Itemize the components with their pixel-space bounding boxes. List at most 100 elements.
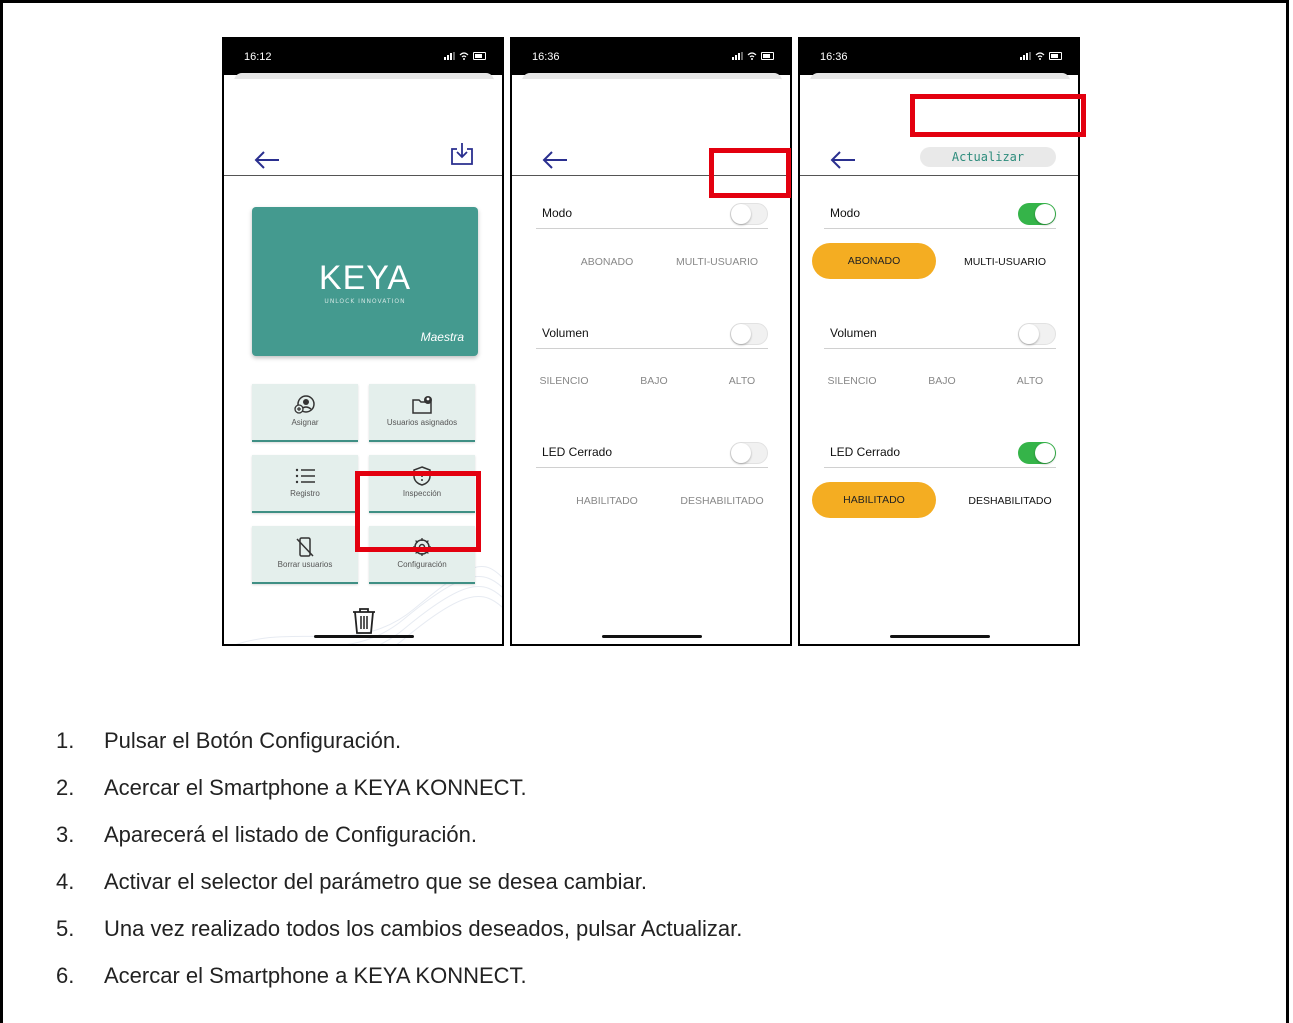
divider (824, 228, 1056, 229)
step-number: 2. (56, 775, 75, 800)
keya-master-card: KEYA UNLOCK INNOVATION Maestra (252, 207, 478, 356)
volumen-label: Volumen (542, 326, 589, 340)
divider (536, 348, 768, 349)
option-bajo[interactable]: BAJO (902, 375, 982, 387)
wifi-icon (1035, 52, 1045, 60)
step-number: 6. (56, 963, 75, 988)
option-silencio[interactable]: SILENCIO (812, 375, 892, 387)
highlight-modo-toggle (709, 148, 791, 198)
download-icon[interactable] (449, 141, 475, 167)
tile-usuarios-asignados[interactable]: Usuarios asignados (369, 384, 475, 442)
led-cerrado-toggle[interactable] (730, 442, 768, 464)
status-icons (1020, 52, 1062, 60)
status-icons (444, 52, 486, 60)
option-deshabilitado[interactable]: DESHABILITADO (950, 495, 1070, 507)
option-deshabilitado[interactable]: DESHABILITADO (662, 495, 782, 507)
actualizar-button[interactable]: Actualizar (920, 147, 1056, 167)
signal-icon (444, 52, 455, 60)
phone-off-icon (296, 537, 314, 557)
folder-user-icon (412, 396, 432, 414)
step-number: 5. (56, 916, 75, 941)
volumen-toggle[interactable] (730, 323, 768, 345)
phone-screenshot-main-menu: 16:12 KEYA UNLOCK INNOVATION Maestra Asi… (222, 37, 504, 646)
step-text: Aparecerá el listado de Configuración. (104, 822, 478, 847)
volumen-toggle[interactable] (1018, 323, 1056, 345)
option-bajo[interactable]: BAJO (614, 375, 694, 387)
header-divider (224, 175, 502, 176)
option-abonado[interactable]: ABONADO (552, 256, 662, 268)
trash-icon[interactable] (351, 607, 377, 635)
signal-icon (732, 52, 743, 60)
home-indicator (314, 635, 414, 638)
signal-icon (1020, 52, 1031, 60)
battery-icon (1049, 52, 1062, 60)
status-time: 16:36 (820, 51, 848, 63)
tile-label: Borrar usuarios (277, 560, 333, 569)
header-divider (800, 175, 1078, 176)
step-text: Acercar el Smartphone a KEYA KONNECT. (104, 775, 527, 800)
tile-label: Asignar (291, 418, 319, 427)
back-arrow-icon[interactable] (828, 149, 858, 171)
modo-label: Modo (830, 206, 861, 220)
led-cerrado-toggle[interactable] (1018, 442, 1056, 464)
home-indicator (602, 635, 702, 638)
option-habilitado-selected[interactable]: HABILITADO (812, 482, 936, 518)
tile-label: Configuración (397, 560, 447, 569)
option-alto[interactable]: ALTO (702, 375, 782, 387)
step-item: 1. Pulsar el Botón Configuración. (56, 728, 742, 775)
tile-asignar[interactable]: Asignar (252, 384, 358, 442)
option-alto[interactable]: ALTO (990, 375, 1070, 387)
back-arrow-icon[interactable] (252, 149, 282, 171)
step-text: Activar el selector del parámetro que se… (104, 869, 647, 894)
step-item: 5. Una vez realizado todos los cambios de… (56, 916, 742, 963)
battery-icon (761, 52, 774, 60)
status-icons (732, 52, 774, 60)
highlight-actualizar (910, 94, 1086, 137)
app-body: Actualizar Modo ABONADO MULTI-USUARIO Vo… (800, 79, 1078, 644)
step-item: 4. Activar el selector del parámetro que … (56, 869, 742, 916)
list-icon (295, 468, 315, 484)
user-add-icon (294, 395, 315, 414)
wifi-icon (747, 52, 757, 60)
phone-screenshot-config-off: 16:36 Modo ABONADO MULTI-USUARIO Volumen… (510, 37, 792, 646)
wifi-icon (459, 52, 469, 60)
battery-icon (473, 52, 486, 60)
step-text: Una vez realizado todos los cambios dese… (104, 916, 743, 941)
option-multi-usuario[interactable]: MULTI-USUARIO (950, 256, 1060, 268)
status-time: 16:36 (532, 51, 560, 63)
volumen-label: Volumen (830, 326, 877, 340)
modo-label: Modo (542, 206, 573, 220)
step-text: Acercar el Smartphone a KEYA KONNECT. (104, 963, 527, 988)
led-cerrado-label: LED Cerrado (542, 445, 613, 459)
tile-registro[interactable]: Registro (252, 455, 358, 513)
step-item: 2. Acercar el Smartphone a KEYA KONNECT. (56, 775, 742, 822)
app-body: KEYA UNLOCK INNOVATION Maestra Asignar U… (224, 79, 502, 644)
step-item: 6. Acercar el Smartphone a KEYA KONNECT. (56, 963, 742, 1010)
keya-tagline: UNLOCK INNOVATION (324, 298, 406, 305)
status-bar: 16:36 (512, 39, 790, 75)
status-time: 16:12 (244, 51, 272, 63)
step-item: 3. Aparecerá el listado de Configuración. (56, 822, 742, 869)
step-text: Pulsar el Botón Configuración. (104, 728, 402, 753)
tile-label: Usuarios asignados (386, 418, 458, 427)
step-number: 3. (56, 822, 75, 847)
modo-toggle[interactable] (730, 203, 768, 225)
option-multi-usuario[interactable]: MULTI-USUARIO (662, 256, 772, 268)
home-indicator (890, 635, 990, 638)
divider (536, 467, 768, 468)
instruction-steps: 1. Pulsar el Botón Configuración. 2. Acerc… (56, 728, 742, 1010)
tile-label: Registro (290, 489, 320, 498)
tile-borrar-usuarios[interactable]: Borrar usuarios (252, 526, 358, 584)
back-arrow-icon[interactable] (540, 149, 570, 171)
option-silencio[interactable]: SILENCIO (524, 375, 604, 387)
modo-toggle[interactable] (1018, 203, 1056, 225)
card-type-label: Maestra (420, 330, 464, 344)
option-abonado-selected[interactable]: ABONADO (812, 243, 936, 279)
divider (824, 467, 1056, 468)
highlight-configuracion (355, 471, 481, 552)
step-number: 4. (56, 869, 75, 894)
divider (824, 348, 1056, 349)
option-habilitado[interactable]: HABILITADO (542, 495, 672, 507)
keya-logo: KEYA (318, 259, 412, 297)
step-number: 1. (56, 728, 75, 753)
